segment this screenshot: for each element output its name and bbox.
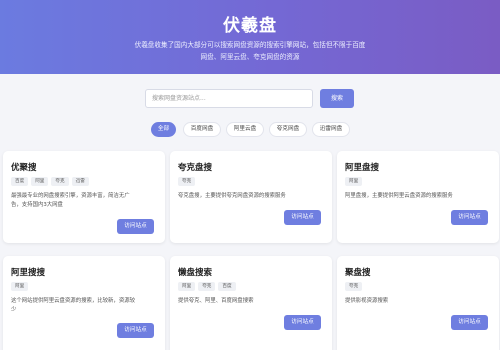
- visit-site-button[interactable]: 访问站点: [284, 315, 321, 330]
- card-description: 夸克盘搜，主要提供夸克网盘资源的搜索服务: [178, 192, 318, 201]
- hero-banner: 伏羲盘 伏羲盘收集了国内大部分可以搜索网盘资源的搜索引擎网站，包括但不限于百度 …: [0, 0, 500, 74]
- card-tags: 百度 阿里 夸克 迅雷: [11, 177, 89, 186]
- site-card: 夸克盘搜 夸克 夸克盘搜，主要提供夸克网盘资源的搜索服务 访问站点: [170, 151, 332, 243]
- tag: 阿里: [31, 177, 49, 186]
- tag: 百度: [218, 282, 236, 291]
- card-description: 阿里盘搜，主要提供阿里云盘资源的搜索服务: [345, 192, 485, 201]
- card-title: 夸克盘搜: [178, 163, 213, 173]
- card-title: 优聚搜: [11, 163, 37, 173]
- site-description: 伏羲盘收集了国内大部分可以搜索网盘资源的搜索引擎网站，包括但不限于百度 网盘、阿…: [90, 39, 410, 63]
- site-card: 懒盘搜索 阿里 夸克 百度 提供夸克、阿里、百度网盘搜索 访问站点: [170, 256, 332, 350]
- site-card: 聚盘搜 夸克 提供影视资源搜索 访问站点: [337, 256, 499, 350]
- tag: 阿里: [178, 282, 196, 291]
- search-input[interactable]: 搜索网盘资源站点...: [145, 89, 313, 108]
- card-description-line: 夸克盘搜，主要提供夸克网盘资源的搜索服务: [178, 193, 286, 199]
- card-description-line: 阿里盘搜，主要提供阿里云盘资源的搜索服务: [345, 193, 453, 199]
- tag: 阿里: [345, 177, 363, 186]
- site-card: 阿里盘搜 阿里 阿里盘搜，主要提供阿里云盘资源的搜索服务 访问站点: [337, 151, 499, 243]
- visit-site-button[interactable]: 访问站点: [117, 219, 154, 234]
- card-tags: 阿里 夸克 百度: [178, 282, 236, 291]
- card-title: 懒盘搜索: [178, 268, 213, 278]
- card-title: 聚盘搜: [345, 268, 371, 278]
- filter-tabs: 全部 百度网盘 阿里云盘 夸克网盘 迅雷网盘: [0, 122, 500, 138]
- visit-site-button[interactable]: 访问站点: [284, 210, 321, 225]
- filter-baidu[interactable]: 百度网盘: [183, 122, 221, 137]
- card-description-line: 提供夸克、阿里、百度网盘搜索: [178, 298, 254, 304]
- filter-xunlei[interactable]: 迅雷网盘: [312, 122, 350, 137]
- card-tags: 阿里: [345, 177, 363, 186]
- visit-site-button[interactable]: 访问站点: [451, 315, 488, 330]
- tag: 阿里: [11, 282, 29, 291]
- site-card: 阿里搜搜 阿里 这个网站提供阿里云盘资源的搜索，比较新，资源较 少 访问站点: [3, 256, 165, 350]
- filter-aliyun[interactable]: 阿里云盘: [226, 122, 264, 137]
- site-description-line-2: 网盘、阿里云盘、夸克网盘的资源: [200, 53, 300, 61]
- card-title: 阿里搜搜: [11, 268, 46, 278]
- card-description: 这个网站提供阿里云盘资源的搜索，比较新，资源较 少: [11, 297, 151, 315]
- tag: 迅雷: [71, 177, 89, 186]
- filter-quark[interactable]: 夸克网盘: [269, 122, 307, 137]
- site-card: 优聚搜 百度 阿里 夸克 迅雷 最强最专业的网盘搜索引擎，资源丰富，简洁无广 告…: [3, 151, 165, 243]
- card-description: 提供夸克、阿里、百度网盘搜索: [178, 297, 318, 306]
- card-description-line: 告，支持国内3大网盘: [11, 202, 63, 208]
- tag: 夸克: [178, 177, 196, 186]
- card-description-line: 这个网站提供阿里云盘资源的搜索，比较新，资源较: [11, 298, 135, 304]
- tag: 百度: [11, 177, 29, 186]
- card-description-line: 提供影视资源搜索: [345, 298, 389, 304]
- tag: 夸克: [345, 282, 363, 291]
- card-description: 最强最专业的网盘搜索引擎，资源丰富，简洁无广 告，支持国内3大网盘: [11, 192, 151, 210]
- tag: 夸克: [198, 282, 216, 291]
- card-tags: 夸克: [178, 177, 196, 186]
- card-description-line: 最强最专业的网盘搜索引擎，资源丰富，简洁无广: [11, 193, 130, 199]
- visit-site-button[interactable]: 访问站点: [451, 210, 488, 225]
- card-description-line: 少: [11, 307, 17, 313]
- card-description: 提供影视资源搜索: [345, 297, 485, 306]
- visit-site-button[interactable]: 访问站点: [117, 323, 154, 338]
- card-tags: 阿里: [11, 282, 29, 291]
- site-title: 伏羲盘: [223, 16, 277, 36]
- filter-all[interactable]: 全部: [151, 122, 176, 137]
- card-title: 阿里盘搜: [345, 163, 380, 173]
- tag: 夸克: [51, 177, 69, 186]
- search-button[interactable]: 搜索: [320, 89, 354, 108]
- card-tags: 夸克: [345, 282, 363, 291]
- site-description-line-1: 伏羲盘收集了国内大部分可以搜索网盘资源的搜索引擎网站，包括但不限于百度: [134, 41, 366, 49]
